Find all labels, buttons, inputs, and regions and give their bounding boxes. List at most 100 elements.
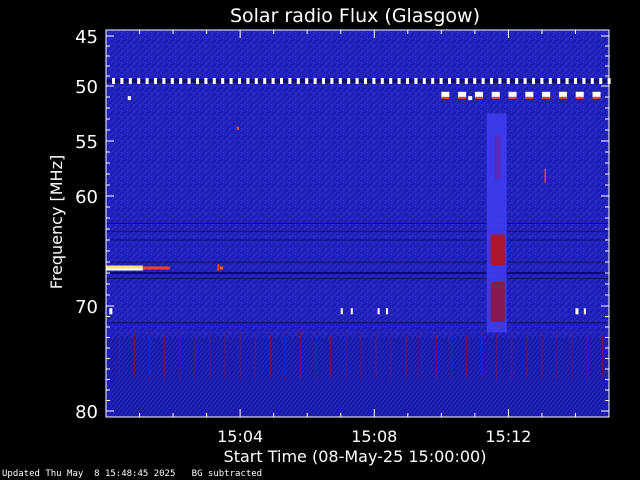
interference-dot [154, 78, 157, 84]
interference-dot [263, 78, 267, 84]
interference-dot [288, 78, 292, 84]
interference-dot [313, 78, 317, 84]
interference-dot [330, 78, 334, 84]
spot [220, 266, 224, 270]
spot [127, 96, 131, 101]
interference-dot [582, 78, 586, 84]
spot [575, 308, 579, 315]
interference-dot [112, 78, 115, 84]
x-tick-label: 15:08 [351, 427, 397, 446]
burst-hot-region [490, 234, 505, 266]
interference-dot [271, 78, 275, 84]
interference-dot [599, 78, 603, 84]
plot-area [105, 29, 611, 418]
interference-dash-shadow [525, 96, 534, 99]
interference-dash-shadow [441, 96, 450, 99]
interference-dot [145, 78, 149, 84]
interference-dot [204, 78, 208, 84]
interference-dot [254, 78, 258, 84]
interference-dot [414, 78, 418, 84]
spectrogram-chart: Solar radio Flux (Glasgow) 455055607080 … [47, 5, 611, 466]
interference-dot [372, 78, 376, 84]
spot [340, 308, 343, 315]
interference-dot [532, 78, 535, 84]
interference-dot [389, 78, 393, 84]
interference-dot [238, 78, 241, 84]
interference-dot [280, 78, 283, 84]
interference-dot [490, 78, 493, 84]
interference-dot [481, 78, 485, 84]
interference-dot [565, 78, 569, 84]
interference-dot [456, 78, 460, 84]
footer-updated: Updated Thu May 8 15:48:45 2025 [2, 469, 176, 479]
interference-dot [212, 78, 216, 84]
interference-dot [246, 78, 250, 84]
interference-dash-shadow [474, 96, 483, 99]
y-tick-label: 50 [75, 77, 98, 98]
interference-dot [515, 78, 519, 84]
y-tick-label: 60 [75, 187, 98, 208]
footer: Updated Thu May 8 15:48:45 2025 BG subtr… [2, 469, 262, 479]
interference-dash-shadow [508, 96, 517, 99]
interference-dot [162, 78, 166, 84]
y-axis-label: Frequency [MHz] [47, 155, 66, 289]
interference-dot [364, 78, 367, 84]
interference-dot [557, 78, 561, 84]
interference-dot [506, 78, 510, 84]
spot [236, 126, 239, 130]
interference-dot [128, 78, 132, 84]
interference-dot [305, 78, 309, 84]
interference-dot [431, 78, 435, 84]
interference-dot [221, 78, 225, 84]
spot [350, 308, 353, 315]
interference-dash-shadow [458, 96, 467, 99]
interference-dot [590, 78, 594, 84]
x-tick-label: 15:04 [217, 427, 263, 446]
interference-dot [179, 78, 183, 84]
footer-note: BG subtracted [191, 469, 263, 479]
interference-dot [397, 78, 401, 84]
interference-dot [380, 78, 384, 84]
interference-dot [322, 78, 325, 84]
spot [583, 308, 586, 315]
interference-dot [574, 78, 577, 84]
interference-dash-shadow [558, 96, 567, 99]
y-tick-label: 45 [75, 27, 98, 48]
spot [386, 308, 389, 315]
interference-dot [229, 78, 233, 84]
interference-dot [196, 78, 199, 84]
interference-dot [422, 78, 426, 84]
interference-dot [548, 78, 552, 84]
interference-dot [439, 78, 443, 84]
y-tick-label: 55 [75, 132, 98, 153]
interference-dot [347, 78, 351, 84]
interference-dash-shadow [491, 96, 500, 99]
interference-dot [523, 78, 527, 84]
interference-dot [120, 78, 124, 84]
y-tick-label: 70 [75, 297, 98, 318]
interference-dot [498, 78, 502, 84]
interference-dot [406, 78, 409, 84]
interference-dot [540, 78, 544, 84]
x-tick-label: 15:12 [485, 427, 531, 446]
interference-dot [338, 78, 342, 84]
interference-dot [296, 78, 300, 84]
y-tick-label: 80 [75, 402, 98, 423]
interference-dash-shadow [575, 96, 584, 99]
interference-dot [464, 78, 468, 84]
interference-dash-shadow [542, 96, 551, 99]
interference-dot [473, 78, 477, 84]
interference-line-66-5-core [106, 268, 143, 271]
interference-dot [187, 78, 191, 84]
spot [109, 308, 113, 315]
chart-title: Solar radio Flux (Glasgow) [230, 5, 480, 27]
spot [377, 308, 380, 315]
x-axis-label: Start Time (08-May-25 15:00:00) [224, 447, 487, 466]
interference-line-66-5-tail [142, 266, 170, 270]
burst-warm-region [494, 135, 501, 180]
burst-hot-region [490, 281, 505, 322]
interference-dot [137, 78, 141, 84]
spot [468, 96, 473, 101]
interference-dash-shadow [592, 96, 601, 99]
interference-dot [355, 78, 359, 84]
